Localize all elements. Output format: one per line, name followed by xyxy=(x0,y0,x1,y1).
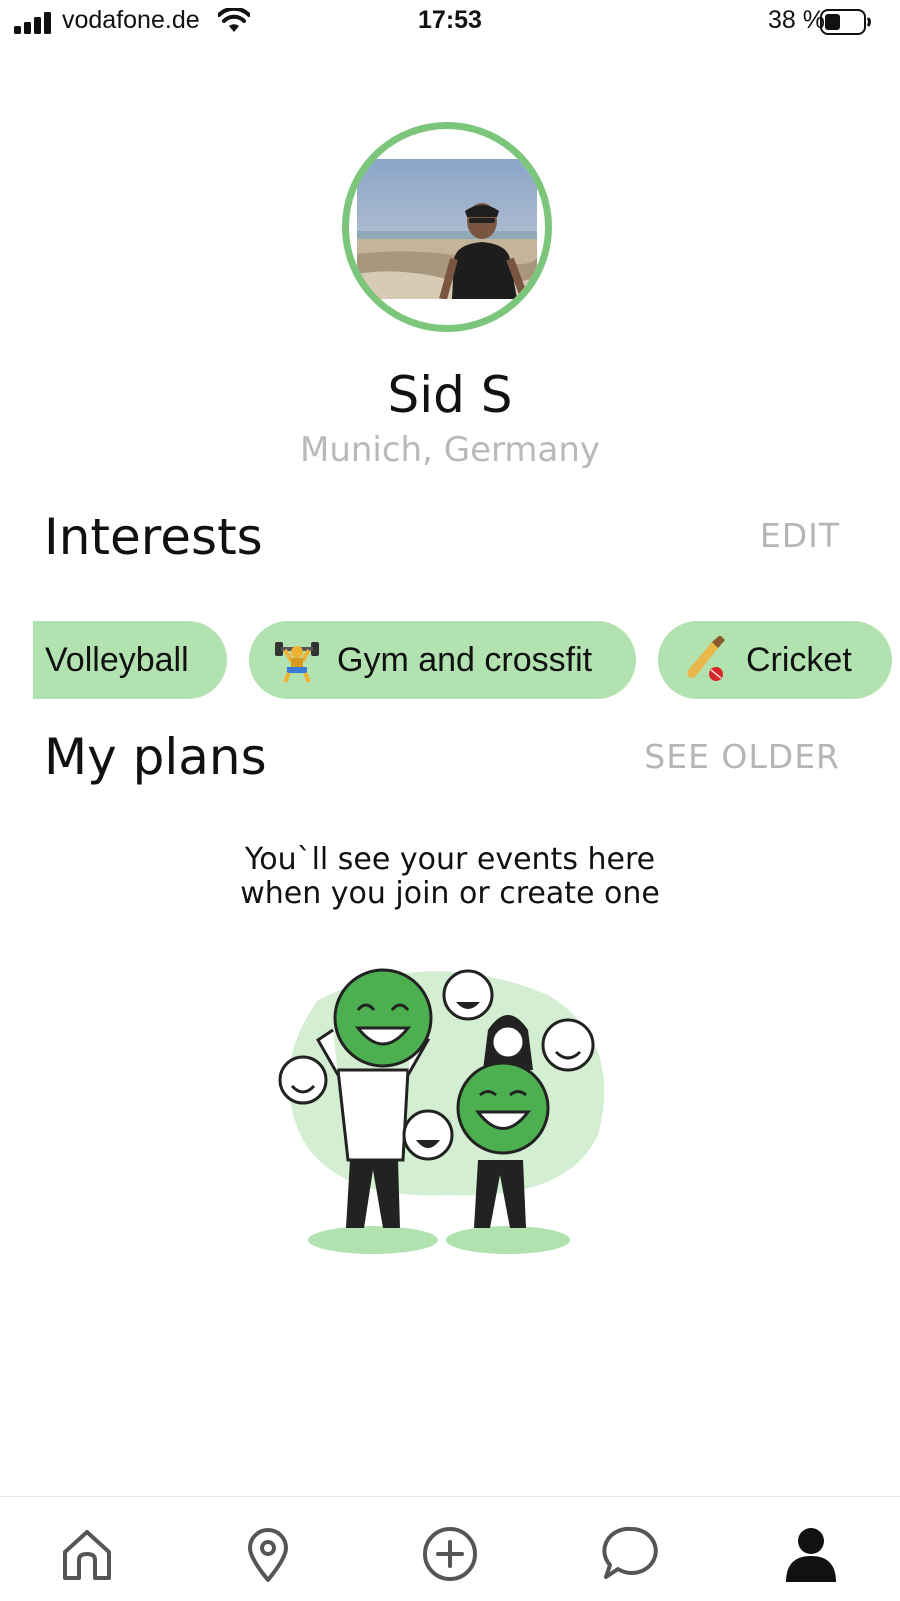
tab-bar xyxy=(0,1496,900,1601)
chip-label: Gym and crossfit xyxy=(337,640,593,679)
tab-profile[interactable] xyxy=(776,1519,846,1589)
location-pin-icon xyxy=(248,1528,288,1582)
avatar[interactable] xyxy=(342,122,552,332)
home-icon xyxy=(63,1530,111,1580)
chip-label: Volleyball xyxy=(45,640,189,679)
cricket-bat-icon xyxy=(682,636,730,684)
tab-create[interactable] xyxy=(415,1519,485,1589)
interests-title: Interests xyxy=(44,508,263,566)
status-bar: vodafone.de 17:53 38 % xyxy=(0,0,900,46)
see-older-button[interactable]: SEE OLDER xyxy=(644,737,840,776)
profile-photo xyxy=(357,159,537,299)
chip-label: Cricket xyxy=(746,640,852,679)
weightlifter-icon xyxy=(273,636,321,684)
profile-icon xyxy=(786,1528,836,1582)
tab-chat[interactable] xyxy=(596,1519,666,1589)
happy-people-illustration xyxy=(278,968,605,1254)
battery-icon xyxy=(820,9,871,35)
edit-interests-button[interactable]: EDIT xyxy=(760,516,840,555)
empty-message-line: You`ll see your events here xyxy=(244,842,656,877)
empty-message-line: when you join or create one xyxy=(240,876,660,911)
empty-plans-message: You`ll see your events here when you joi… xyxy=(0,843,900,911)
battery-percentage: 38 % xyxy=(768,6,825,34)
my-plans-title: My plans xyxy=(44,728,267,786)
plus-circle-icon xyxy=(423,1527,477,1581)
chat-bubble-icon xyxy=(602,1526,658,1579)
interest-chip-volleyball[interactable]: Volleyball xyxy=(33,621,227,699)
interest-chip-cricket[interactable]: Cricket xyxy=(658,621,892,699)
tab-map[interactable] xyxy=(233,1519,303,1589)
interest-chip-gym[interactable]: Gym and crossfit xyxy=(249,621,636,699)
profile-name: Sid S xyxy=(387,366,513,424)
tab-home[interactable] xyxy=(52,1519,122,1589)
profile-location: Munich, Germany xyxy=(299,430,600,470)
clock: 17:53 xyxy=(418,6,482,34)
